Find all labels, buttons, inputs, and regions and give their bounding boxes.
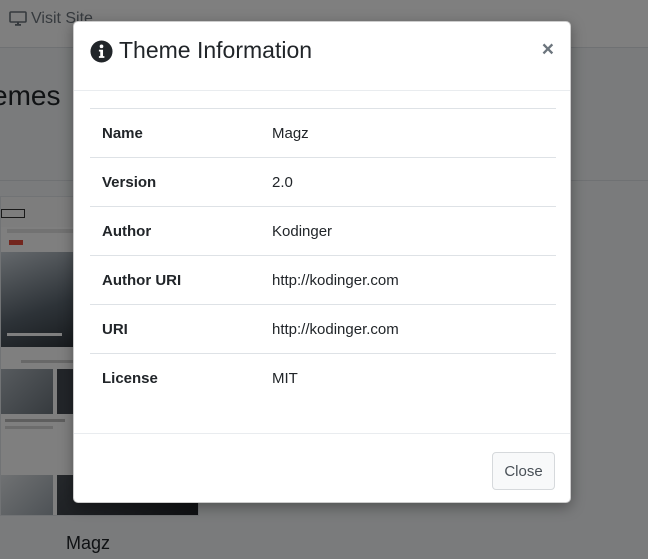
row-label-version: Version [102, 173, 157, 191]
modal-body: Name Magz Version 2.0 Author Kodinger Au… [90, 108, 556, 403]
modal-footer: Close [74, 433, 570, 502]
table-row: Author URI http://kodinger.com [90, 256, 556, 305]
table-row: Version 2.0 [90, 158, 556, 207]
row-value-name: Magz [272, 124, 309, 142]
close-icon[interactable]: × [542, 39, 554, 60]
table-row: Author Kodinger [90, 207, 556, 256]
row-label-name: Name [102, 124, 143, 142]
row-value-author: Kodinger [272, 222, 333, 240]
theme-info-table: Name Magz Version 2.0 Author Kodinger Au… [90, 108, 556, 403]
info-circle-icon [90, 40, 113, 63]
table-row: License MIT [90, 354, 556, 403]
row-value-version: 2.0 [272, 173, 293, 191]
row-value-author-uri: http://kodinger.com [272, 271, 399, 289]
row-label-license: License [102, 369, 158, 387]
table-row: Name Magz [90, 109, 556, 158]
modal-title: Theme Information [119, 37, 313, 63]
table-row: URI http://kodinger.com [90, 305, 556, 354]
row-label-author-uri: Author URI [102, 271, 182, 289]
close-button[interactable]: Close [492, 452, 555, 490]
row-value-license: MIT [272, 369, 298, 387]
modal-header: Theme Information × [74, 22, 570, 91]
row-value-uri: http://kodinger.com [272, 320, 399, 338]
row-label-uri: URI [102, 320, 128, 338]
row-label-author: Author [102, 222, 152, 240]
theme-info-modal: Theme Information × Name Magz Version 2.… [73, 21, 571, 503]
